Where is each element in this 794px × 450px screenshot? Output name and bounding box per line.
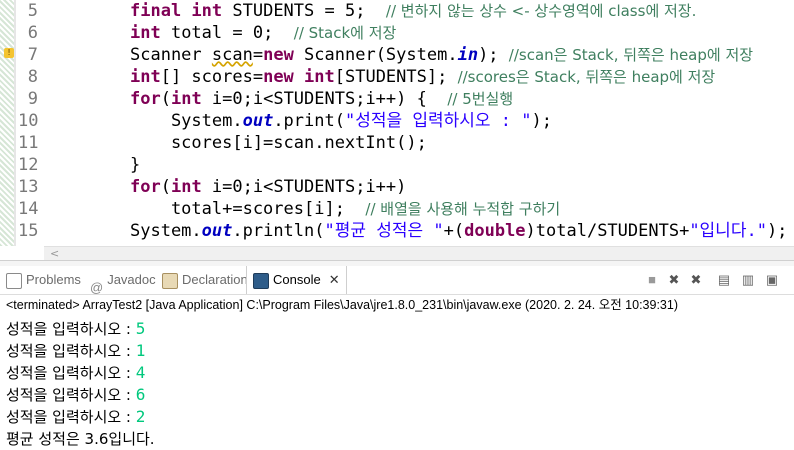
console-icon	[253, 272, 269, 289]
line-number: 12	[18, 155, 39, 175]
console-input-value: 6	[135, 385, 146, 404]
remove-all-icon[interactable]: ✖	[688, 272, 704, 288]
editor-gutter-bottom	[0, 246, 44, 260]
tab-console[interactable]: Console ✕	[246, 266, 347, 294]
code-text: }	[130, 155, 141, 175]
scroll-left-icon[interactable]: <	[50, 247, 59, 261]
line-number: 7	[27, 45, 38, 65]
code-text: for(int i=0;i<STUDENTS;i++) { // 5번실행	[130, 89, 514, 109]
tab-declaration[interactable]: Declaration	[162, 266, 248, 294]
code-text: System.out.print("성적을 입력하시오 : ");	[130, 111, 552, 131]
close-icon[interactable]: ✕	[329, 272, 340, 287]
line-number: 15	[18, 221, 39, 241]
console-prompt: 성적을 입력하시오 :	[6, 342, 136, 360]
line-number: 13	[18, 177, 39, 197]
code-line[interactable]: 13 for(int i=0;i<STUDENTS;i++)	[0, 176, 794, 198]
console-input-value: 2	[135, 407, 146, 426]
console-line: 성적을 입력하시오 : 1	[6, 340, 145, 362]
clear-console-icon[interactable]: ▤	[716, 272, 732, 288]
console-line: 성적을 입력하시오 : 5	[6, 318, 145, 340]
code-text: total+=scores[i]; // 배열을 사용해 누적합 구하기	[130, 199, 561, 219]
console-line: 성적을 입력하시오 : 4	[6, 362, 145, 384]
code-line[interactable]: 5 final int STUDENTS = 5; // 변하지 않는 상수 <-…	[0, 0, 794, 22]
code-line[interactable]: 11 scores[i]=scan.nextInt();	[0, 132, 794, 154]
console-prompt: 성적을 입력하시오 :	[6, 364, 136, 382]
code-line[interactable]: 8 int[] scores=new int[STUDENTS]; //score…	[0, 66, 794, 88]
line-number: 5	[27, 1, 38, 21]
console-result: 평균 성적은 3.6입니다.	[6, 430, 155, 448]
remove-launch-icon[interactable]: ✖	[666, 272, 682, 288]
code-line[interactable]: 10 System.out.print("성적을 입력하시오 : ");	[0, 110, 794, 132]
tab-problems[interactable]: Problems	[6, 266, 81, 294]
console-input-value: 1	[135, 341, 146, 360]
code-line[interactable]: 9 for(int i=0;i<STUDENTS;i++) { // 5번실행	[0, 88, 794, 110]
code-text: int[] scores=new int[STUDENTS]; //scores…	[130, 67, 716, 87]
line-number: 9	[27, 89, 38, 109]
console-line: 성적을 입력하시오 : 6	[6, 384, 145, 406]
code-text: Scanner scan=new Scanner(System.in); //s…	[130, 45, 754, 65]
code-line[interactable]: 15 System.out.println("평균 성적은 "+(double)t…	[0, 220, 794, 242]
views-tab-bar: Problems @Javadoc Declaration Console ✕ ■…	[0, 266, 794, 295]
line-number: 11	[18, 133, 39, 153]
tab-declaration-label: Declaration	[182, 272, 248, 287]
tab-problems-label: Problems	[26, 272, 81, 287]
tab-console-label: Console	[273, 272, 321, 287]
tab-javadoc-label: Javadoc	[107, 272, 156, 287]
console-input-value: 4	[135, 363, 146, 382]
console-prompt: 성적을 입력하시오 :	[6, 386, 136, 404]
line-number: 6	[27, 23, 38, 43]
pin-console-icon[interactable]: ▣	[764, 272, 780, 288]
javadoc-icon: @	[90, 279, 104, 295]
line-number: 8	[27, 67, 38, 87]
declaration-icon	[162, 272, 178, 289]
code-line[interactable]: 14 total+=scores[i]; // 배열을 사용해 누적합 구하기	[0, 198, 794, 220]
code-text: for(int i=0;i<STUDENTS;i++)	[130, 177, 407, 197]
console-status: <terminated> ArrayTest2 [Java Applicatio…	[6, 298, 678, 312]
code-text: int total = 0; // Stack에 저장	[130, 23, 397, 43]
line-number: 14	[18, 199, 39, 219]
code-line[interactable]: 12}	[0, 154, 794, 176]
code-editor[interactable]: ! 5 final int STUDENTS = 5; // 변하지 않는 상수 …	[0, 0, 794, 246]
scroll-lock-icon[interactable]: ▥	[740, 272, 756, 288]
code-text: scores[i]=scan.nextInt();	[130, 133, 427, 153]
console-input-value: 5	[135, 319, 146, 338]
code-line[interactable]: 6 int total = 0; // Stack에 저장	[0, 22, 794, 44]
console-prompt: 성적을 입력하시오 :	[6, 408, 136, 426]
horizontal-scrollbar[interactable]: <	[44, 246, 794, 261]
tab-javadoc[interactable]: @Javadoc	[90, 266, 156, 295]
problems-icon	[6, 272, 22, 289]
code-text: System.out.println("평균 성적은 "+(double)tot…	[130, 221, 788, 241]
code-text: final int STUDENTS = 5; // 변하지 않는 상수 <- …	[130, 1, 697, 21]
code-line[interactable]: 7 Scanner scan=new Scanner(System.in); //…	[0, 44, 794, 66]
terminate-icon[interactable]: ■	[644, 272, 660, 288]
console-line: 성적을 입력하시오 : 2	[6, 406, 145, 428]
console-prompt: 성적을 입력하시오 :	[6, 320, 136, 338]
line-number: 10	[18, 111, 39, 131]
